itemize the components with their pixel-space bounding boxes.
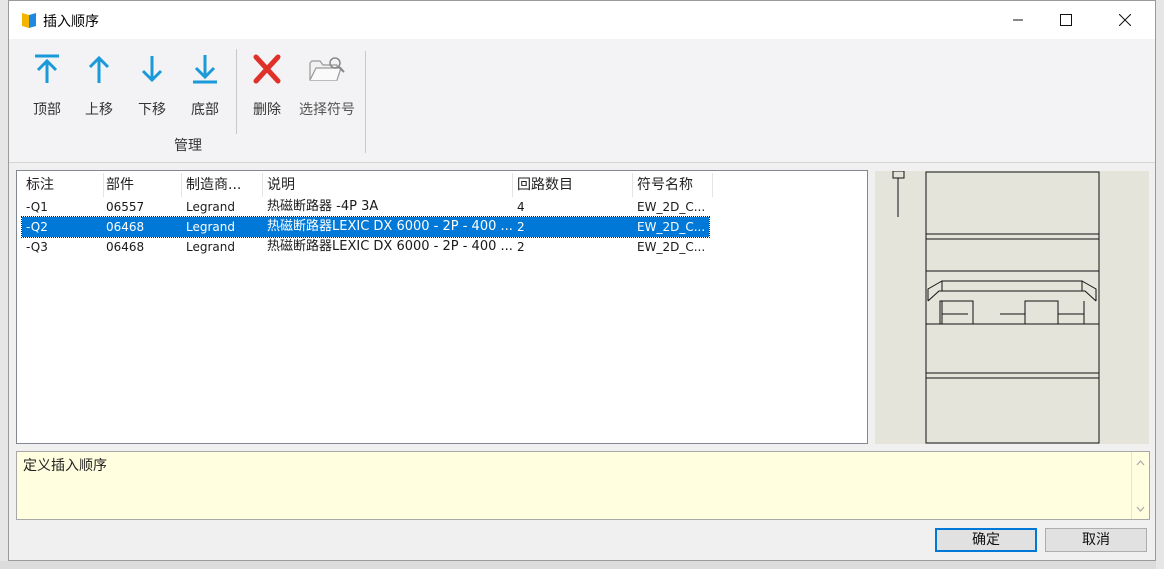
breaker-symbol-drawing — [892, 170, 1100, 444]
delete-x-icon — [253, 54, 281, 84]
move-to-bottom-button[interactable]: 底部 — [179, 49, 231, 123]
folder-search-icon — [309, 57, 345, 81]
ribbon-group-separator — [365, 51, 366, 153]
cell-description: 热磁断路器LEXIC DX 6000 - 2P - 400 ... — [267, 219, 513, 234]
background-app-bottom — [0, 561, 1164, 569]
maximize-icon — [1060, 14, 1072, 26]
column-header-part[interactable]: 部件 — [102, 173, 182, 197]
cell-part: 06468 — [106, 220, 145, 234]
column-header-description[interactable]: 说明 — [263, 173, 513, 197]
insert-order-list[interactable]: 标注 部件 制造商... 说明 回路数目 符号名称 -Q1 06557 Legr… — [16, 170, 868, 444]
arrow-up-icon — [88, 55, 110, 83]
cell-manufacturer: Legrand — [186, 220, 235, 234]
insert-order-dialog: 插入顺序 顶部 上移 下移 底部 删除 选择符号 管理 标注 部件 制造商...… — [8, 0, 1156, 561]
title-bar: 插入顺序 — [9, 1, 1155, 39]
table-row-selected[interactable]: -Q2 06468 Legrand 热磁断路器LEXIC DX 6000 - 2… — [21, 216, 710, 238]
ribbon-toolbar: 顶部 上移 下移 底部 删除 选择符号 管理 — [9, 39, 1155, 163]
select-symbol-label: 选择符号 — [299, 102, 355, 118]
cell-tag: -Q3 — [26, 240, 48, 254]
background-app-left — [0, 0, 8, 569]
cell-part: 06557 — [106, 200, 145, 214]
description-textbox[interactable]: 定义插入顺序 — [16, 451, 1150, 520]
cell-manufacturer: Legrand — [186, 240, 235, 254]
column-header-symbol-name[interactable]: 符号名称 — [633, 173, 713, 197]
maximize-button[interactable] — [1043, 1, 1089, 39]
cell-symbol-name: EW_2D_C... — [637, 220, 706, 234]
column-header-tag[interactable]: 标注 — [22, 173, 104, 197]
table-row[interactable]: -Q3 06468 Legrand 热磁断路器LEXIC DX 6000 - 2… — [22, 237, 709, 257]
close-icon — [1119, 14, 1131, 26]
cell-description: 热磁断路器 -4P 3A — [267, 199, 379, 214]
scroll-up-icon — [1136, 460, 1145, 466]
cell-tag: -Q1 — [26, 200, 48, 214]
cell-tag: -Q2 — [26, 220, 48, 234]
cancel-button[interactable]: 取消 — [1045, 528, 1147, 552]
cell-description: 热磁断路器LEXIC DX 6000 - 2P - 400 ... — [267, 239, 513, 254]
select-symbol-button[interactable]: 选择符号 — [299, 49, 355, 123]
background-app-right — [1156, 0, 1164, 569]
scroll-arrows — [1136, 460, 1145, 512]
cell-circuits: 2 — [517, 240, 525, 254]
column-header-manufacturer[interactable]: 制造商... — [182, 173, 263, 197]
cell-symbol-name: EW_2D_C... — [637, 240, 706, 254]
description-scrollbar[interactable] — [1131, 452, 1149, 519]
delete-button[interactable]: 删除 — [241, 49, 293, 123]
description-text: 定义插入顺序 — [23, 458, 107, 474]
window-title: 插入顺序 — [43, 14, 99, 30]
move-to-top-icon — [35, 54, 59, 83]
app-book-icon — [22, 13, 36, 28]
cell-circuits: 4 — [517, 200, 525, 214]
table-row[interactable]: -Q1 06557 Legrand 热磁断路器 -4P 3A 4 EW_2D_C… — [22, 197, 709, 217]
minimize-icon — [1013, 19, 1023, 21]
ribbon-separator — [236, 49, 237, 134]
scroll-down-icon — [1136, 506, 1145, 512]
cell-symbol-name: EW_2D_C... — [637, 200, 706, 214]
symbol-preview — [875, 170, 1149, 444]
cell-manufacturer: Legrand — [186, 200, 235, 214]
cell-circuits: 2 — [517, 220, 525, 234]
ok-button[interactable]: 确定 — [935, 528, 1037, 552]
ribbon-group-label: 管理 — [174, 138, 202, 154]
column-header-circuits[interactable]: 回路数目 — [513, 173, 633, 197]
minimize-button[interactable] — [995, 1, 1041, 39]
move-to-bottom-icon — [193, 55, 217, 84]
arrow-down-icon — [141, 56, 163, 83]
cell-part: 06468 — [106, 240, 145, 254]
close-button[interactable] — [1102, 1, 1148, 39]
